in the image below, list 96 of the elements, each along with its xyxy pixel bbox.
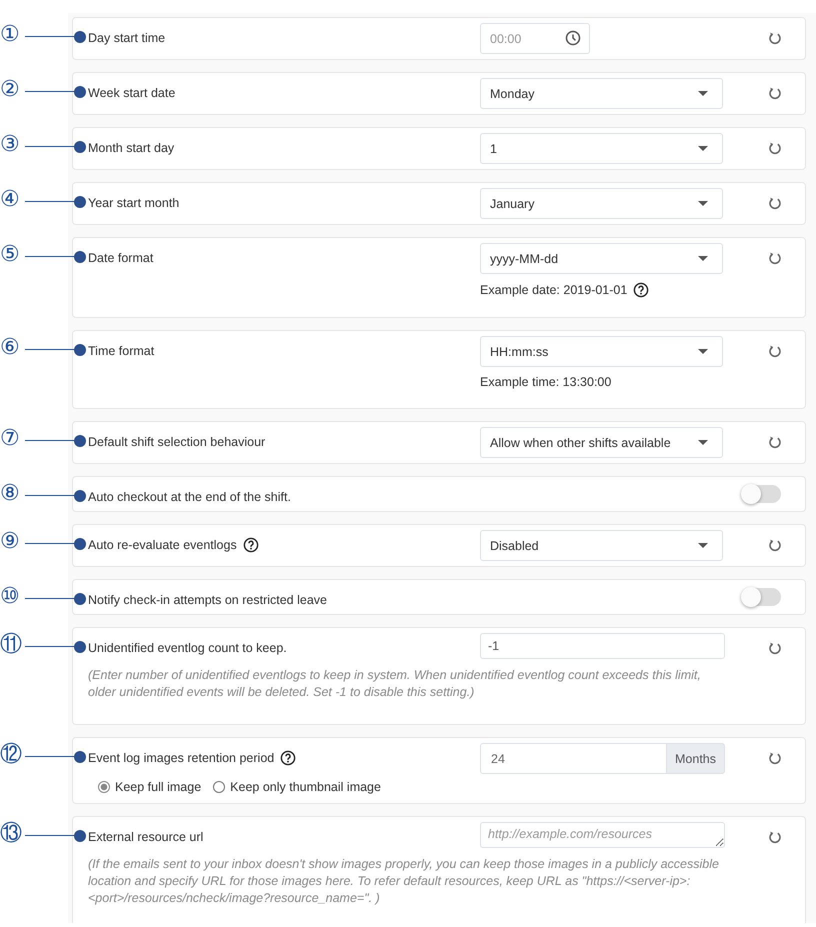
toggle-switch[interactable] [743,485,781,503]
setting-label: Month start day [88,141,174,155]
callout-number: ④ [0,188,20,212]
hint-text: (If the emails sent to your inbox doesn't show images properly, you can keep those images in a publicly accessible location and specify URL for those images here. To refer default resources, keep URL as "https://<server-ip>:<port>/resources/ncheck/image?resource_name=". ) [88,856,720,907]
reset-icon[interactable] [768,86,782,100]
clock-icon [565,30,581,46]
reset-icon[interactable] [768,344,782,358]
dropdown[interactable]: yyyy-MM-dd [480,243,723,274]
reset-icon[interactable] [768,141,782,155]
leader-line [25,835,77,836]
reset-icon[interactable] [768,31,782,45]
leader-line [25,756,77,757]
callout-number: ⑨ [0,530,20,554]
dropdown[interactable]: 1 [480,133,723,164]
callout-number: ② [0,78,20,102]
setting-label: Event log images retention period [88,751,274,765]
leader-line [25,646,77,647]
input-field[interactable]: -1 [480,633,725,659]
dropdown[interactable]: January [480,188,723,219]
callout-dot [74,251,86,263]
help-icon[interactable] [242,537,259,553]
callout-dot [74,344,86,356]
leader-line [25,256,77,257]
leader-line [25,598,77,599]
reset-icon[interactable] [768,641,782,655]
caret-icon [698,543,708,548]
callout-dot [74,593,86,605]
setting-label: Default shift selection behaviour [88,435,266,449]
callout-dot [74,751,86,763]
leader-line [25,201,77,202]
callout-number: ⑪ [0,633,22,657]
leader-line [25,495,77,496]
callout-number: ⑦ [0,427,20,451]
reset-icon[interactable] [768,251,782,265]
radio-button[interactable] [213,781,226,793]
reset-icon[interactable] [768,538,782,552]
radio-option[interactable]: Keep full image [98,780,202,794]
setting-label: Date format [88,251,154,265]
leader-line [25,36,77,37]
setting-label: Time format [88,344,154,358]
caret-icon [698,440,708,445]
dropdown[interactable]: HH:mm:ss [480,336,723,367]
callout-number: ③ [0,133,20,157]
caret-icon [698,201,708,206]
callout-number: ① [0,23,20,47]
callout-number: ⑥ [0,336,20,360]
radio-option[interactable]: Keep only thumbnail image [213,780,381,794]
toggle-switch[interactable] [743,588,781,606]
callout-dot [74,86,86,98]
callout-dot [74,196,86,208]
callout-dot [74,830,86,842]
reset-icon[interactable] [768,751,782,765]
setting-label: Day start time [88,31,166,45]
reset-icon[interactable] [768,196,782,210]
leader-line [25,91,77,92]
callout-dot [74,641,86,653]
callout-dot [74,31,86,43]
setting-label: Unidentified eventlog count to keep. [88,641,287,655]
setting-label: Auto re-evaluate eventlogs [88,538,237,552]
leader-line [25,349,77,350]
hint-text: (Enter number of unidentified eventlogs to keep in system. When unidentified eventlog count exceeds this limit, older unidentified events will be deleted. Set -1 to disable this setting.) [88,667,702,701]
dropdown[interactable]: Monday [480,78,723,109]
radio-button[interactable] [98,781,110,793]
dropdown[interactable]: Allow when other shifts available [480,427,723,458]
caret-icon [698,146,708,151]
example-text: Example date: 2019-01-01 [480,283,628,297]
callout-number: ⑬ [0,822,22,846]
callout-number: ⑧ [0,482,20,506]
callout-dot [74,435,86,447]
callout-dot [74,490,86,502]
setting-label: External resource url [88,830,204,844]
time-field[interactable]: 00:00 [480,23,590,54]
leader-line [25,440,77,441]
input-field[interactable]: 24 [480,743,667,774]
setting-label: Year start month [88,196,180,210]
callout-dot [74,141,86,153]
help-icon[interactable] [280,750,296,766]
caret-icon [698,256,708,261]
caret-icon [698,91,708,96]
setting-label: Week start date [88,86,176,100]
callout-number: ⑤ [0,243,20,267]
dropdown[interactable]: Disabled [480,530,723,561]
setting-label: Notify check-in attempts on restricted leave [88,593,327,607]
unit-label: Months [667,743,725,774]
help-icon[interactable] [633,282,650,298]
callout-number: ⑩ [0,585,20,609]
leader-line [25,543,77,544]
example-text: Example time: 13:30:00 [480,375,612,389]
callout-number: ⑫ [0,743,22,767]
caret-icon [698,349,708,354]
setting-label: Auto checkout at the end of the shift. [88,490,291,504]
reset-icon[interactable] [768,435,782,449]
leader-line [25,146,77,147]
url-field[interactable]: http://example.com/resources [480,822,725,848]
callout-dot [74,538,86,550]
reset-icon[interactable] [768,830,782,844]
